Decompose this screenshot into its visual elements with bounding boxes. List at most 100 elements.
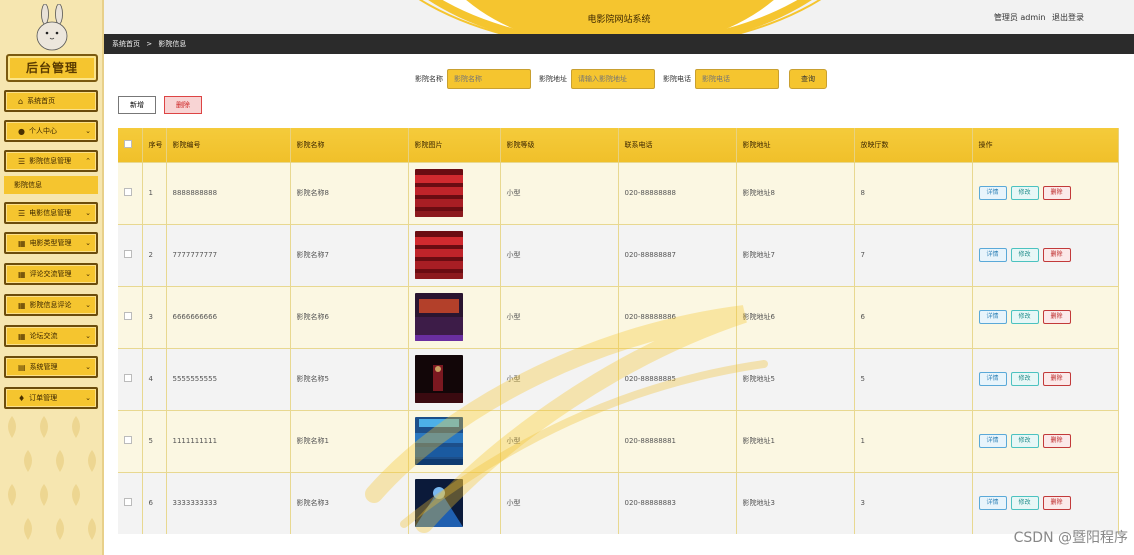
search-address-label: 影院地址 <box>539 75 567 83</box>
row-halls: 5 <box>854 347 973 410</box>
sidebar-item-movie[interactable]: ☰ 电影信息管理 ⌄ <box>4 202 98 224</box>
logout-link[interactable]: 退出登录 <box>1052 13 1084 22</box>
row-level: 小型 <box>500 285 619 348</box>
table-row: 1 8888888888 影院名称8 小型 020-88888888 影院地址8… <box>118 161 1119 224</box>
sidebar-item-cinema[interactable]: ☰ 影院信息管理 ⌃ <box>4 150 98 172</box>
row-checkbox[interactable] <box>124 498 132 507</box>
sidebar-item-forum[interactable]: ▦ 论坛交流 ⌄ <box>4 325 98 347</box>
row-code: 5555555555 <box>166 347 291 410</box>
search-name-label: 影院名称 <box>415 75 443 83</box>
col-index: 序号 <box>142 128 167 162</box>
row-halls: 6 <box>854 285 973 348</box>
row-level: 小型 <box>500 471 619 534</box>
row-checkbox[interactable] <box>124 250 132 258</box>
table-header-row: 序号 影院编号 影院名称 影院图片 影院等级 联系电话 影院地址 放映厅数 操作 <box>118 128 1119 162</box>
row-index: 5 <box>142 409 167 472</box>
delete-button[interactable]: 删除 <box>1042 434 1071 448</box>
detail-button[interactable]: 详情 <box>978 186 1007 200</box>
table-row: 3 6666666666 影院名称6 小型 020-88888886 影院地址6… <box>118 285 1119 348</box>
chevron-down-icon: ⌄ <box>85 363 91 371</box>
row-phone: 020-88888881 <box>618 409 737 472</box>
row-address: 影院地址5 <box>736 347 855 410</box>
row-select-cell <box>118 285 143 348</box>
breadcrumb-home[interactable]: 系统首页 <box>112 40 140 48</box>
select-all-checkbox[interactable] <box>124 139 132 148</box>
row-level: 小型 <box>500 347 619 410</box>
edit-button[interactable]: 修改 <box>1010 372 1039 386</box>
sidebar-subitem-cinema-info[interactable]: 影院信息 <box>4 176 98 194</box>
select-all-header <box>118 128 143 162</box>
row-phone: 020-88888888 <box>618 161 737 224</box>
row-image-cell <box>408 285 501 348</box>
row-index: 2 <box>142 223 167 286</box>
chevron-down-icon: ⌄ <box>85 209 91 217</box>
sidebar-item-cinema-comment[interactable]: ▦ 影院信息评论 ⌄ <box>4 294 98 316</box>
detail-button[interactable]: 详情 <box>978 434 1007 448</box>
row-checkbox[interactable] <box>124 188 132 196</box>
brand-title: 后台管理 <box>6 54 98 82</box>
topbar: 电影院网站系统 管理员 admin 退出登录 <box>104 0 1134 34</box>
col-actions: 操作 <box>972 128 1119 162</box>
edit-button[interactable]: 修改 <box>1010 496 1039 511</box>
system-title: 电影院网站系统 <box>587 15 651 25</box>
table-row: 6 3333333333 影院名称3 小型 020-88888883 影院地址3… <box>118 471 1119 534</box>
row-address: 影院地址3 <box>736 471 855 534</box>
sidebar-item-comment[interactable]: ▦ 评论交流管理 ⌄ <box>4 263 98 285</box>
delete-button[interactable]: 删除 <box>1042 372 1071 386</box>
grid-icon: ▦ <box>18 331 26 341</box>
detail-button[interactable]: 详情 <box>978 248 1007 262</box>
delete-button[interactable]: 删除 <box>1042 186 1071 200</box>
list-icon: ☰ <box>18 208 26 218</box>
batch-delete-button[interactable]: 删除 <box>164 96 202 114</box>
breadcrumb-current: 影院信息 <box>158 40 187 48</box>
grid-icon: ▦ <box>18 238 26 248</box>
search-name-input[interactable] <box>447 69 531 89</box>
col-image: 影院图片 <box>408 128 501 162</box>
main-content: 影院名称 影院地址 影院电话 查询 新增 删除 序号 影院编号 影院名称 影院图… <box>104 54 1134 555</box>
table-row: 5 1111111111 影院名称1 小型 020-88888881 影院地址1… <box>118 409 1119 472</box>
sidebar-item-order[interactable]: ♦ 订单管理 ⌄ <box>4 387 98 409</box>
search-phone-label: 影院电话 <box>663 75 691 83</box>
row-checkbox[interactable] <box>124 374 132 382</box>
search-button[interactable]: 查询 <box>789 69 827 89</box>
row-level: 小型 <box>500 223 619 286</box>
add-button[interactable]: 新增 <box>118 96 156 114</box>
delete-button[interactable]: 删除 <box>1042 248 1071 262</box>
detail-button[interactable]: 详情 <box>978 310 1007 324</box>
row-checkbox[interactable] <box>124 312 132 320</box>
table-row: 2 7777777777 影院名称7 小型 020-88888887 影院地址7… <box>118 223 1119 286</box>
breadcrumb: 系统首页 > 影院信息 <box>104 34 1134 54</box>
row-address: 影院地址1 <box>736 409 855 472</box>
search-phone-input[interactable] <box>695 69 779 89</box>
row-code: 8888888888 <box>166 161 291 224</box>
search-address-input[interactable] <box>571 69 655 89</box>
row-name: 影院名称7 <box>290 223 409 286</box>
sidebar-item-system[interactable]: ▤ 系统管理 ⌄ <box>4 356 98 378</box>
edit-button[interactable]: 修改 <box>1010 186 1039 200</box>
grid-icon: ▦ <box>18 300 26 310</box>
delete-button[interactable]: 删除 <box>1042 496 1071 511</box>
sidebar-item-movie-type[interactable]: ▦ 电影类型管理 ⌄ <box>4 232 98 254</box>
col-name: 影院名称 <box>290 128 409 162</box>
chevron-down-icon: ⌄ <box>85 394 91 402</box>
row-image-cell <box>408 471 501 534</box>
row-select-cell <box>118 409 143 472</box>
row-name: 影院名称3 <box>290 471 409 534</box>
home-icon: ⌂ <box>18 96 24 106</box>
chevron-down-icon: ⌄ <box>85 301 91 309</box>
sidebar-item-home[interactable]: ⌂ 系统首页 <box>4 90 98 112</box>
delete-button[interactable]: 删除 <box>1042 310 1071 324</box>
edit-button[interactable]: 修改 <box>1010 248 1039 262</box>
edit-button[interactable]: 修改 <box>1010 310 1039 324</box>
sidebar-item-profile[interactable]: ● 个人中心 ⌄ <box>4 120 98 142</box>
row-index: 3 <box>142 285 167 348</box>
row-phone: 020-88888883 <box>618 471 737 534</box>
edit-button[interactable]: 修改 <box>1010 434 1039 448</box>
row-checkbox[interactable] <box>124 436 132 444</box>
row-name: 影院名称8 <box>290 161 409 224</box>
cinema-thumbnail <box>414 169 463 217</box>
col-code: 影院编号 <box>166 128 291 162</box>
chevron-down-icon: ⌄ <box>85 332 91 340</box>
detail-button[interactable]: 详情 <box>978 496 1007 511</box>
detail-button[interactable]: 详情 <box>978 372 1007 386</box>
